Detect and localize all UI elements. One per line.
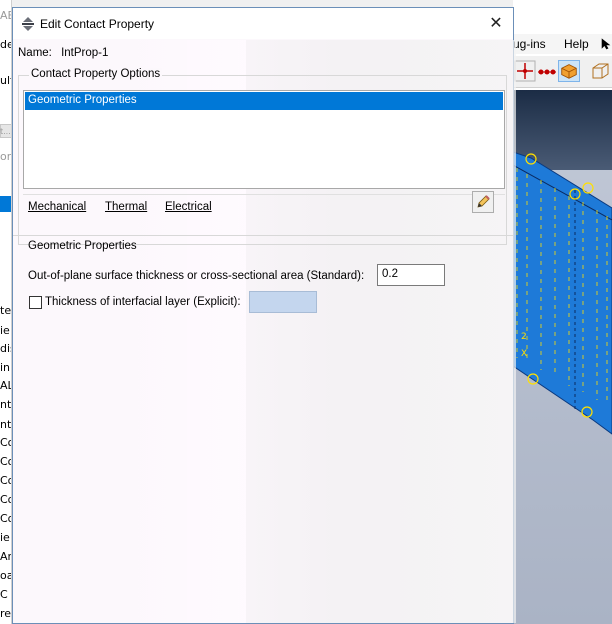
close-icon[interactable]: ✕	[487, 14, 505, 32]
mesh-model-view[interactable]: 2 X	[513, 90, 612, 624]
tree-fragment: on	[0, 150, 11, 163]
wireframe-cube-icon[interactable]	[589, 60, 611, 82]
name-label: Name:	[18, 47, 52, 59]
tree-selected-item[interactable]	[0, 196, 11, 212]
tree-fragment: ult	[0, 74, 11, 87]
menu-help[interactable]: Help	[564, 37, 589, 51]
tree-fragment[interactable]: Co	[0, 436, 11, 449]
tree-fragment[interactable]: Co	[0, 455, 11, 468]
interfacial-layer-checkbox[interactable]	[29, 296, 42, 309]
tree-fragment: t...	[0, 127, 11, 136]
tree-fragment[interactable]: Co	[0, 493, 11, 506]
tree-fragment[interactable]: dis	[0, 342, 11, 355]
tab-thermal[interactable]: Thermal	[105, 201, 147, 213]
tree-fragment[interactable]: re	[0, 607, 11, 620]
options-group-label: Contact Property Options	[29, 68, 163, 80]
tree-fragment: de	[0, 38, 11, 51]
tab-label: Thermal	[105, 201, 148, 213]
tree-fragment[interactable]: oa	[0, 569, 11, 582]
tree-fragment[interactable]: Am	[0, 550, 11, 563]
seed-edge-icon[interactable]	[514, 60, 536, 82]
svg-text:2: 2	[521, 332, 527, 342]
abaqus-logo-icon	[22, 17, 34, 31]
edit-contact-property-dialog: Edit Contact Property ✕ Name: IntProp-1 …	[12, 7, 516, 624]
seed-by-number-icon[interactable]	[536, 60, 558, 82]
tab-mechanical[interactable]: Mechanical	[28, 201, 86, 213]
dialog-title: Edit Contact Property	[40, 17, 155, 31]
thickness-label: Out-of-plane surface thickness or cross-…	[28, 270, 365, 282]
svg-text:X: X	[521, 349, 527, 359]
tab-electrical[interactable]: Electrical	[165, 201, 212, 213]
list-item[interactable]: Geometric Properties	[25, 92, 503, 110]
tree-fragment: AE	[0, 9, 11, 22]
mesh-part-icon[interactable]	[558, 60, 580, 82]
options-listbox[interactable]: Geometric Properties	[23, 90, 505, 189]
edit-option-button[interactable]	[472, 191, 494, 213]
pencil-icon	[477, 195, 490, 208]
tree-fragment[interactable]: ie	[0, 531, 11, 544]
tree-fragment[interactable]: nte	[0, 398, 11, 411]
viewport[interactable]: 2 X	[513, 90, 612, 624]
tree-fragment[interactable]: ie	[0, 324, 11, 337]
tree-fragment[interactable]: nte	[0, 418, 11, 431]
cursor-arrow-icon	[601, 38, 611, 50]
name-row: Name: IntProp-1	[18, 47, 108, 59]
tab-label: Mechanical	[28, 201, 87, 213]
contact-property-options-group: Contact Property Options Geometric Prope…	[18, 68, 507, 245]
section-title: Geometric Properties	[28, 240, 137, 252]
tree-fragment[interactable]: AL	[0, 379, 11, 392]
dialog-content: Name: IntProp-1 Contact Property Options…	[13, 39, 513, 623]
background-model-tree: AE de ult t... on te ie dis in AL nte nt…	[0, 0, 12, 624]
section-divider	[13, 235, 513, 236]
tree-fragment[interactable]: in	[0, 361, 11, 374]
tab-label: Electrical	[165, 201, 212, 213]
interfacial-label: Thickness of interfacial layer (Explicit…	[45, 296, 241, 308]
menu-plugins[interactable]: ug-ins	[513, 37, 546, 51]
thickness-input[interactable]: 0.2	[377, 264, 445, 286]
interfacial-input	[249, 291, 317, 313]
dialog-titlebar[interactable]: Edit Contact Property ✕	[13, 8, 513, 39]
tree-fragment[interactable]: Co	[0, 474, 11, 487]
property-tabs: Mechanical Thermal Electrical	[23, 194, 505, 220]
tree-fragment[interactable]: Co	[0, 512, 11, 525]
tree-fragment[interactable]: C	[0, 588, 11, 601]
tree-fragment[interactable]: te	[0, 304, 11, 317]
background-viewport-area: ug-ins Help 2 X	[513, 0, 612, 624]
name-value: IntProp-1	[61, 47, 109, 59]
